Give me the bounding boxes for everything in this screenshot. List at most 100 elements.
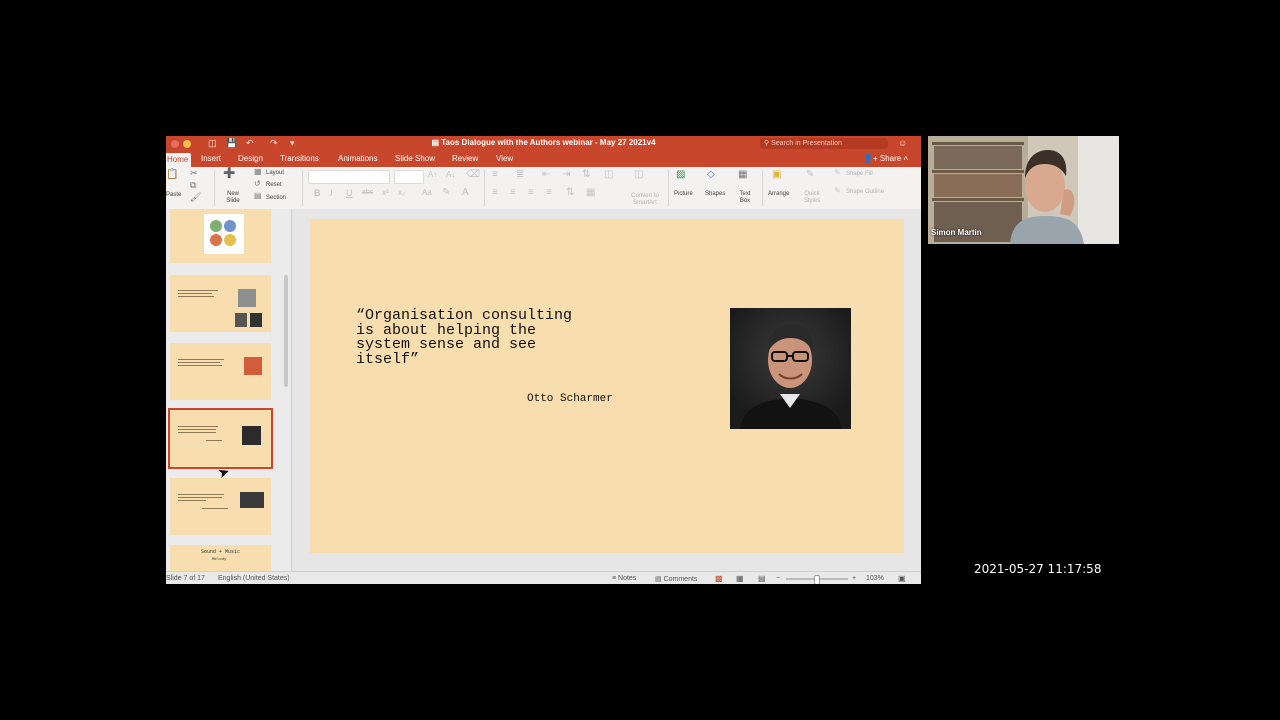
slide-thumbnail-5[interactable] xyxy=(170,343,271,400)
line-spacing-icon[interactable]: ⇅ xyxy=(582,169,590,180)
comments-button[interactable]: ▤ Comments xyxy=(655,575,697,583)
account-icon[interactable]: ☺ xyxy=(898,138,907,148)
notes-button[interactable]: ≡ Notes xyxy=(612,575,636,582)
current-slide[interactable]: “Organisation consulting is about helpin… xyxy=(310,219,904,553)
numbering-icon[interactable]: ≣ xyxy=(516,169,524,180)
normal-view-icon[interactable]: ▩ xyxy=(715,574,723,583)
reset-icon: ↺ xyxy=(254,179,261,188)
tab-home[interactable]: Home xyxy=(166,153,192,168)
slide-author-text[interactable]: Otto Scharmer xyxy=(527,393,613,405)
align-center-icon[interactable]: ≡ xyxy=(510,187,516,198)
decrease-font-icon[interactable]: A↓ xyxy=(446,170,455,179)
shapes-button[interactable]: Shapes xyxy=(705,191,725,198)
tab-design[interactable]: Design xyxy=(238,154,263,163)
paste-icon[interactable]: 📋 xyxy=(166,169,178,180)
font-name-select[interactable] xyxy=(308,170,390,184)
comments-icon: ▤ xyxy=(655,576,664,583)
tab-view[interactable]: View xyxy=(496,154,513,163)
portrait-thumbnail-image xyxy=(238,289,256,307)
webcam-video: Simon Martin xyxy=(928,136,1119,244)
convert-smartart-button[interactable]: Convert to SmartArt xyxy=(626,193,664,207)
format-painter-icon[interactable]: 🖌 xyxy=(190,192,201,203)
separator xyxy=(302,170,303,206)
decrease-indent-icon[interactable]: ⇤ xyxy=(542,169,550,180)
fit-to-window-icon[interactable]: ▣ xyxy=(898,574,906,583)
arrange-icon[interactable]: ▣ xyxy=(772,169,781,180)
tab-review[interactable]: Review xyxy=(452,154,478,163)
share-button[interactable]: 👤+ Share ˄ xyxy=(863,154,908,163)
layout-button[interactable]: Layout xyxy=(266,170,284,177)
arrange-button[interactable]: Arrange xyxy=(768,191,789,198)
slide-count: Slide 7 of 17 xyxy=(166,575,205,582)
highlight-icon[interactable]: ✎ xyxy=(442,187,450,198)
slide-thumbnail-7[interactable] xyxy=(168,408,273,469)
zoom-slider-thumb[interactable] xyxy=(814,575,820,584)
text-direction-icon[interactable]: ⇅ xyxy=(566,187,574,198)
shape-outline-button[interactable]: Shape Outline xyxy=(846,189,884,196)
zoom-in-icon[interactable]: + xyxy=(852,575,856,582)
align-right-icon[interactable]: ≡ xyxy=(528,187,534,198)
text-box-icon[interactable]: ▦ xyxy=(738,169,747,180)
search-icon: ⚲ xyxy=(764,140,770,147)
recording-timestamp: 2021-05-27 11:17:58 xyxy=(974,562,1102,576)
shape-fill-button[interactable]: Shape Fill xyxy=(846,171,873,178)
portrait-thumbnail-image xyxy=(250,313,262,327)
increase-indent-icon[interactable]: ⇥ xyxy=(562,169,570,180)
strikethrough-icon[interactable]: abc xyxy=(362,189,373,196)
search-input[interactable]: ⚲ Search in Presentation xyxy=(760,138,888,149)
superscript-icon[interactable]: x² xyxy=(382,188,389,197)
justify-icon[interactable]: ≡ xyxy=(546,187,552,198)
quick-styles-icon[interactable]: ✎ xyxy=(806,169,814,180)
tab-slide-show[interactable]: Slide Show xyxy=(395,154,435,163)
align-left-icon[interactable]: ≡ xyxy=(492,187,498,198)
cut-icon[interactable]: ✂ xyxy=(190,168,198,179)
align-text-icon[interactable]: ▦ xyxy=(586,187,595,198)
author-photo[interactable] xyxy=(730,308,851,429)
columns-icon[interactable]: ◫ xyxy=(604,169,613,180)
quick-styles-button[interactable]: Quick Styles xyxy=(798,191,826,205)
reading-view-icon[interactable]: ▤ xyxy=(758,574,766,583)
tab-transitions[interactable]: Transitions xyxy=(280,154,319,163)
slide-thumbnail-8[interactable] xyxy=(170,478,271,535)
status-bar: Slide 7 of 17 English (United States) ≡ … xyxy=(166,571,921,584)
paste-button[interactable]: Paste xyxy=(166,192,181,199)
shapes-icon[interactable]: ◇ xyxy=(707,169,715,180)
zoom-out-icon[interactable]: − xyxy=(776,575,780,582)
separator xyxy=(484,170,485,206)
underline-icon[interactable]: U xyxy=(346,188,353,198)
change-case-icon[interactable]: Aa xyxy=(422,188,432,197)
slide-quote-text[interactable]: “Organisation consulting is about helpin… xyxy=(356,308,646,367)
copy-icon[interactable]: ⧉ xyxy=(190,180,196,191)
ribbon-tabs: Home Insert Design Transitions Animation… xyxy=(166,151,921,168)
separator xyxy=(762,170,763,206)
new-slide-button[interactable]: New Slide xyxy=(221,191,245,205)
slide-thumbnail-9[interactable]: Sound + Music Melody xyxy=(170,545,271,571)
italic-icon[interactable]: I xyxy=(330,188,333,198)
new-slide-icon[interactable]: ➕ xyxy=(223,168,235,179)
bullets-icon[interactable]: ≡ xyxy=(492,169,498,180)
increase-font-icon[interactable]: A↑ xyxy=(428,170,437,179)
language-status[interactable]: English (United States) xyxy=(218,575,290,582)
slide-thumbnail-4[interactable] xyxy=(170,275,271,332)
zoom-level[interactable]: 103% xyxy=(866,575,884,582)
document-icon: ▤ xyxy=(431,138,442,147)
smartart-icon[interactable]: ◫ xyxy=(634,169,643,180)
portrait-thumbnail-image xyxy=(235,313,247,327)
font-color-icon[interactable]: A xyxy=(462,187,469,198)
picture-button[interactable]: Picture xyxy=(674,191,693,198)
bold-icon[interactable]: B xyxy=(314,188,321,198)
tab-insert[interactable]: Insert xyxy=(201,154,221,163)
picture-icon[interactable]: ▨ xyxy=(676,169,685,180)
tab-animations[interactable]: Animations xyxy=(338,154,378,163)
slide-thumbnail-3[interactable] xyxy=(170,209,271,263)
subscript-icon[interactable]: x₂ xyxy=(398,188,405,197)
text-box-button[interactable]: Text Box xyxy=(735,191,755,205)
font-size-select[interactable] xyxy=(394,170,424,184)
zoom-slider[interactable] xyxy=(786,575,848,584)
reset-button[interactable]: Reset xyxy=(266,182,282,189)
section-button[interactable]: Section xyxy=(266,195,286,202)
slide-sorter-icon[interactable]: ▦ xyxy=(736,574,744,583)
portrait-thumbnail-image xyxy=(244,357,262,375)
clear-format-icon[interactable]: ⌫ xyxy=(466,169,480,180)
thumbnail-scrollbar[interactable] xyxy=(284,275,288,387)
